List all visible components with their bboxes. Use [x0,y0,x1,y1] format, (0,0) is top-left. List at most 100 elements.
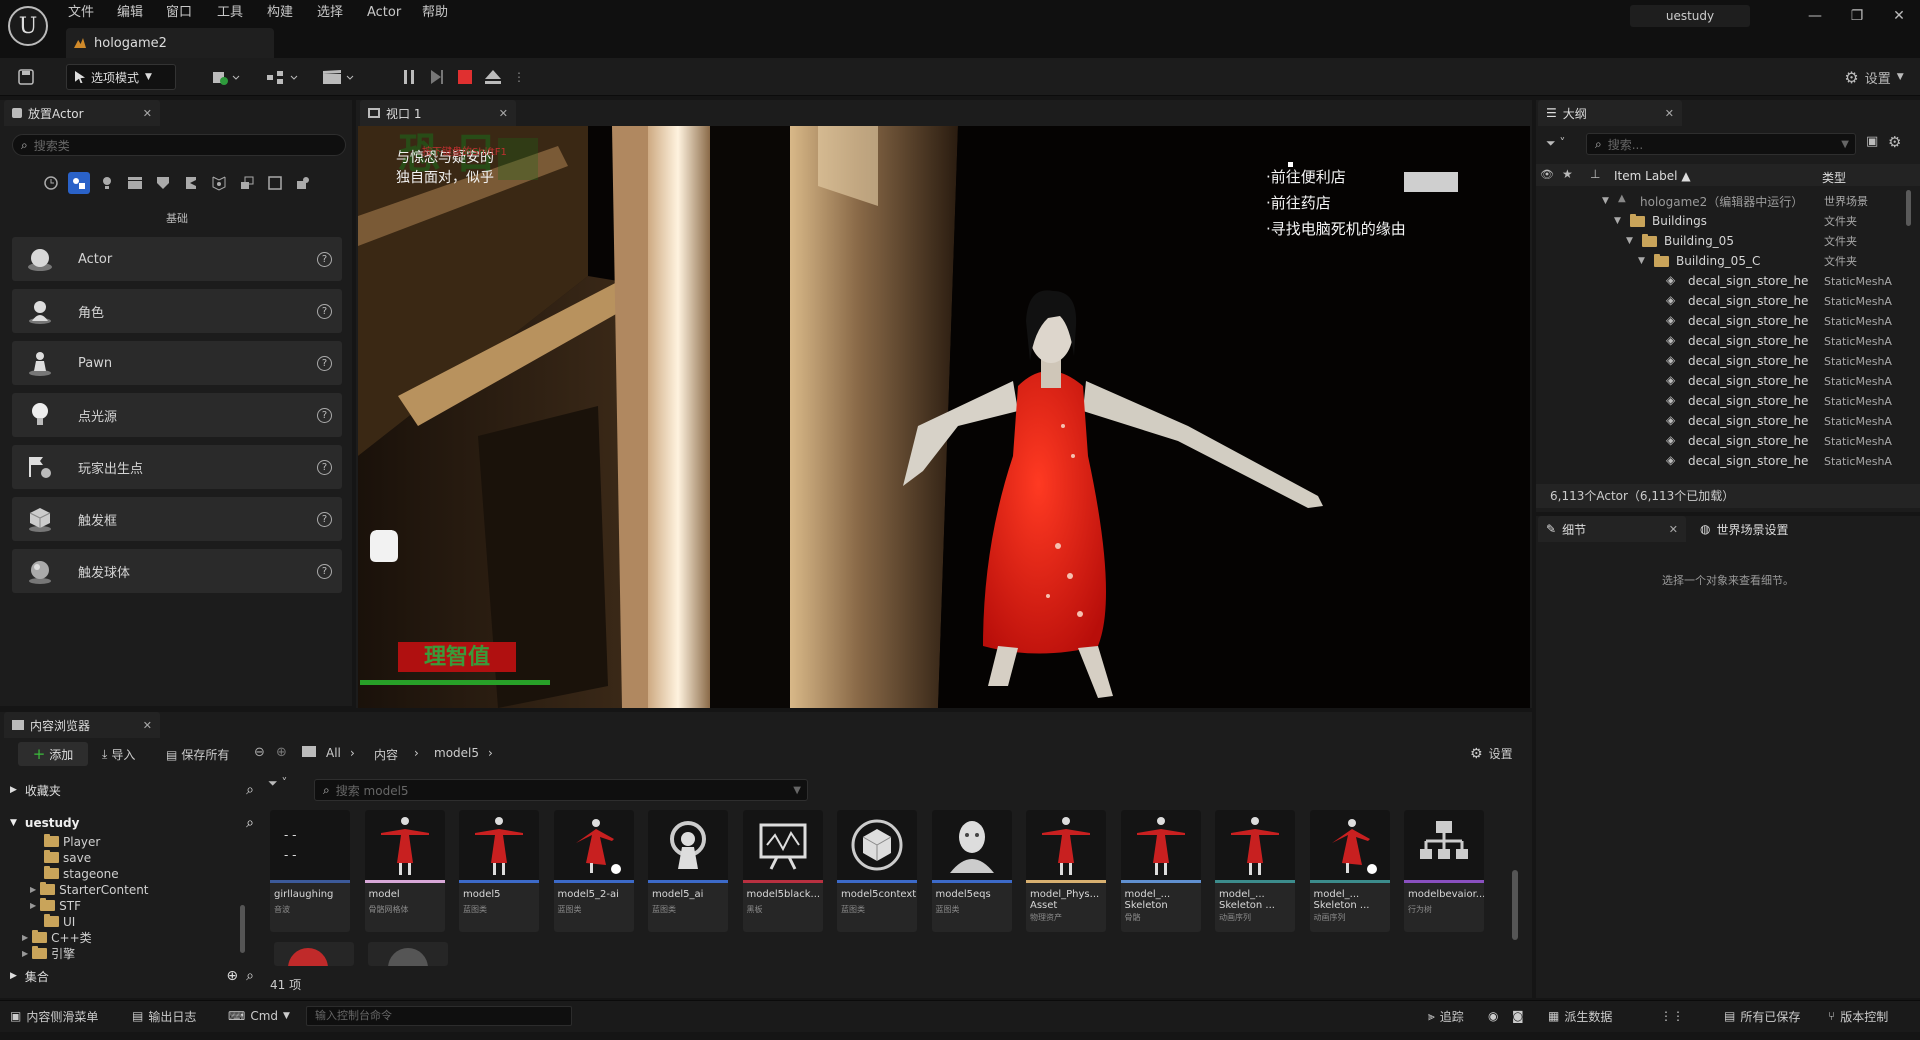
chevron-right-icon[interactable]: ▶ [30,885,36,894]
outliner-search-input[interactable]: ⌕ 搜索... ▼ [1586,133,1856,155]
project-tab[interactable]: hologame2 [66,28,274,58]
help-icon[interactable]: ? [317,303,332,319]
chevron-down-icon[interactable]: ▼ [1638,256,1645,266]
breadcrumb-content[interactable]: 内容 [374,746,398,763]
outliner-row[interactable]: ◈ decal_sign_store_he StaticMeshA [1540,411,1920,431]
save-all-button[interactable]: ▤ 保存所有 [166,746,229,763]
cinematic-category-icon[interactable] [124,172,146,194]
outliner-row[interactable]: ▼ ▲ hologame2（编辑器中运行） 世界场景 [1540,191,1920,211]
folder-tree-item[interactable]: ▶ STF [30,898,81,913]
derived-data-button[interactable]: ▦ 派生数据 [1548,1006,1612,1026]
restore-icon[interactable]: ❐ [1840,4,1874,28]
chevron-right-icon[interactable]: ▶ [30,901,36,910]
content-drawer-button[interactable]: ▣ 内容侧滑菜单 [10,1006,98,1026]
actor-item-pawn[interactable]: Pawn ? [12,341,342,385]
save-status-button[interactable]: ▤ 所有已保存 [1724,1006,1800,1026]
details-tab[interactable]: ✎ 细节 ✕ [1538,516,1686,542]
tree-scrollbar[interactable] [240,905,245,953]
menu-edit[interactable]: 编辑 [117,3,143,23]
settings-button[interactable]: ⚙ 设置 ▼ [1834,64,1914,90]
help-icon[interactable]: ? [317,251,332,267]
basic-category-icon[interactable] [68,172,90,194]
filter-icon[interactable]: ⏷ ˅ [1546,136,1565,151]
eject-icon[interactable] [480,64,506,90]
close-icon[interactable]: ✕ [1665,107,1674,120]
menu-tools[interactable]: 工具 [217,3,243,23]
collections-section[interactable]: ▶ 集合 ⊕ ⌕ [10,966,254,986]
outliner-row[interactable]: ▼ Buildings 文件夹 [1540,211,1920,231]
asset-tile[interactable]: model5context 蓝图类 [837,810,917,932]
breadcrumb-all[interactable]: All [326,746,341,760]
help-icon[interactable]: ? [317,563,332,579]
cmd-dropdown[interactable]: ⌨ Cmd ▼ [228,1006,290,1026]
recent-icon[interactable] [40,172,62,194]
asset-search-input[interactable]: ⌕ 搜索 model5 ▼ [314,779,808,801]
console-input[interactable]: 输入控制台命令 [306,1006,572,1026]
shapes-category-icon[interactable] [264,172,286,194]
geometry-category-icon[interactable] [180,172,202,194]
close-icon[interactable]: ✕ [143,107,152,120]
folder-tree-item[interactable]: ▶ StarterContent [30,882,149,897]
outliner-row[interactable]: ◈ decal_sign_store_he StaticMeshA [1540,371,1920,391]
asset-tile[interactable]: model5_ai 蓝图类 [648,810,728,932]
chevron-down-icon[interactable]: ▼ [1626,236,1633,246]
content-browser-tab[interactable]: 内容浏览器 ✕ [4,712,160,738]
outliner-row[interactable]: ◈ decal_sign_store_he StaticMeshA [1540,451,1920,471]
actor-item-player-start[interactable]: 玩家出生点 ? [12,445,342,489]
asset-tile[interactable]: model5black... 黑板 [742,810,823,932]
asset-tile[interactable]: model_Phys... Asset 物理资产 [1026,810,1106,932]
output-log-button[interactable]: ▤ 输出日志 [132,1006,196,1026]
place-actor-tab[interactable]: 放置Actor ✕ [4,100,160,126]
gear-icon[interactable]: ⚙ [1888,133,1901,151]
menu-window[interactable]: 窗口 [166,3,192,23]
help-icon[interactable]: ? [317,511,332,527]
chevron-right-icon[interactable]: ▶ [22,933,28,942]
search-icon[interactable]: ⌕ [246,968,254,984]
outliner-tab[interactable]: ☰ 大纲 ✕ [1538,100,1682,126]
source-control-button[interactable]: ⑂ 版本控制 [1828,1006,1888,1026]
help-icon[interactable]: ? [317,459,332,475]
actor-item-point-light[interactable]: 点光源 ? [12,393,342,437]
folder-tree-item[interactable]: ▶ C++类 [22,930,92,945]
favorites-section[interactable]: ▶ 收藏夹 ⌕ [10,780,254,800]
outliner-row[interactable]: ◈ decal_sign_store_he StaticMeshA [1540,391,1920,411]
asset-tile[interactable]: model5_2-ai 蓝图类 [553,810,634,932]
eye-icon[interactable]: 👁 [1540,168,1554,181]
cinematics-icon[interactable] [318,64,358,90]
folder-tree-item[interactable]: stageone [44,866,119,881]
column-item-label[interactable]: Item Label ▲ [1614,169,1691,183]
trace-button[interactable]: ⫸ 追踪 [1428,1006,1464,1026]
column-type[interactable]: 类型 [1822,169,1846,186]
outliner-row[interactable]: ◈ decal_sign_store_he StaticMeshA [1540,331,1920,351]
help-icon[interactable]: ? [317,407,332,423]
add-actor-icon[interactable] [206,64,246,90]
save-icon[interactable] [14,64,38,90]
add-folder-icon[interactable]: ▣ [1866,134,1878,149]
chevron-down-icon[interactable]: ▼ [1602,196,1609,206]
forward-icon[interactable]: ⊕ [276,745,287,760]
outliner-row[interactable]: ◈ decal_sign_store_he StaticMeshA [1540,351,1920,371]
folder-icon[interactable] [302,746,316,757]
close-icon[interactable]: ✕ [499,107,508,120]
stop-icon[interactable] [452,64,478,90]
outliner-row[interactable]: ◈ decal_sign_store_he StaticMeshA [1540,291,1920,311]
folder-tree-item[interactable]: UI [44,914,75,929]
components-category-icon[interactable] [292,172,314,194]
folder-tree-item[interactable]: Player [44,834,100,849]
breadcrumb-model5[interactable]: model5 [434,746,479,760]
asset-tile[interactable] [368,942,448,966]
outliner-row[interactable]: ◈ decal_sign_store_he StaticMeshA [1540,431,1920,451]
unreal-logo-icon[interactable]: U [8,6,48,46]
all-classes-category-icon[interactable] [236,172,258,194]
menu-build[interactable]: 构建 [267,3,293,23]
outliner-row[interactable]: ◈ decal_sign_store_he StaticMeshA [1540,271,1920,291]
record-icon[interactable]: ◉ [1488,1006,1498,1026]
project-root[interactable]: ▼ uestudy ⌕ [10,813,254,833]
network-icon[interactable]: ⋮⋮ [1660,1006,1684,1026]
asset-tile[interactable] [274,942,354,966]
chevron-right-icon[interactable]: ▶ [22,949,28,958]
filter-icon[interactable]: ⏷ ˅ [268,776,287,791]
asset-tile[interactable]: model_... Skeleton 骨骼 [1120,810,1201,932]
pin-icon[interactable]: ⊥ [1590,167,1600,181]
browser-settings-button[interactable]: ⚙ 设置 [1470,745,1513,762]
